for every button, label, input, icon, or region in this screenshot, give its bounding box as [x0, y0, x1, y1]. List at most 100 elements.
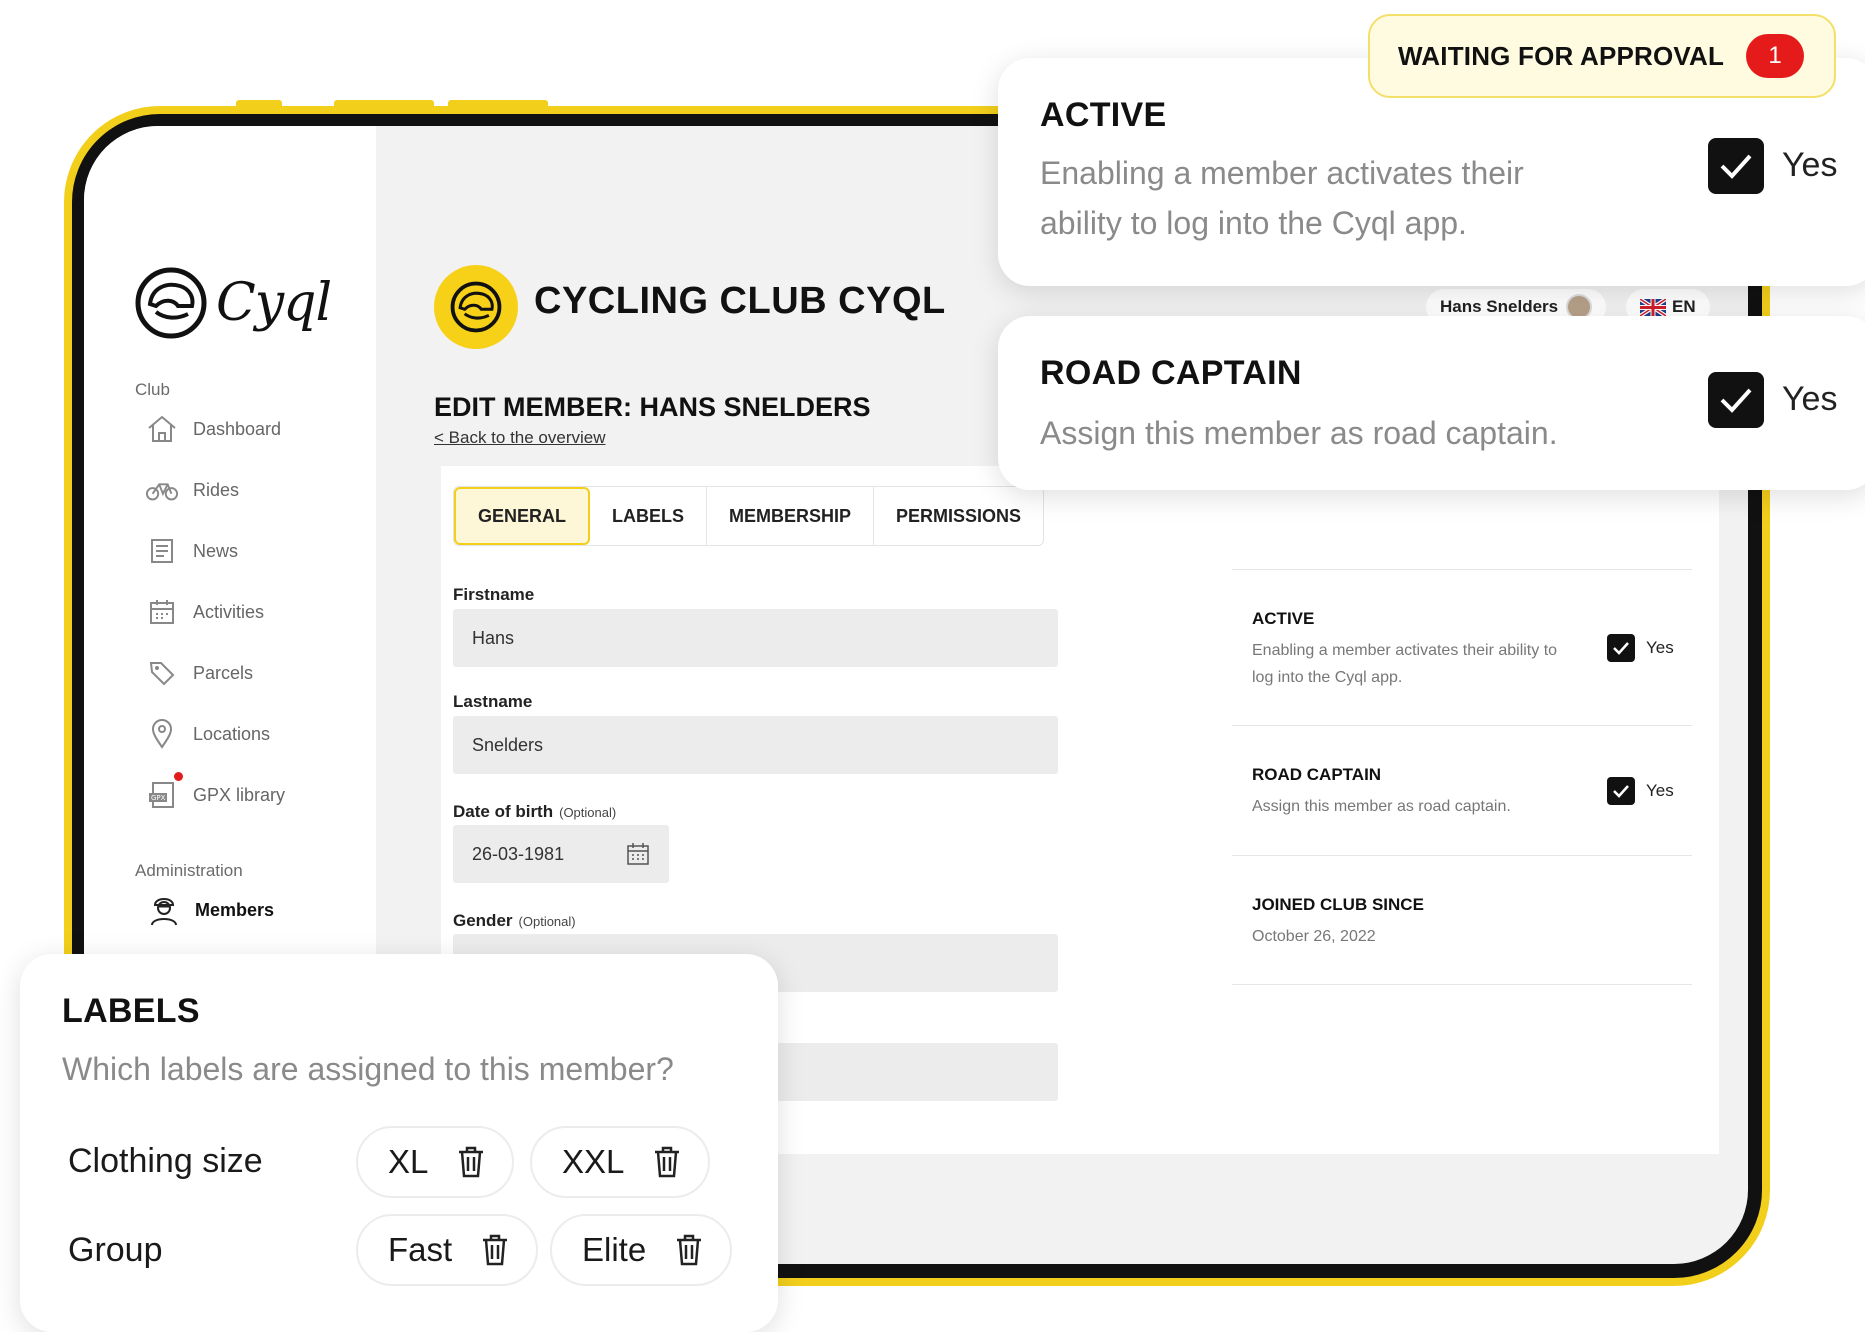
sidebar-item-news[interactable]: News: [145, 534, 238, 568]
sidebar-item-label: GPX library: [193, 784, 286, 805]
label-chip[interactable]: XXL: [530, 1126, 711, 1198]
gpx-file-icon: GPX: [145, 772, 183, 812]
svg-text:GPX: GPX: [151, 794, 166, 802]
joined-date: October 26, 2022: [1252, 928, 1376, 945]
active-overlay-yes-label: Yes: [1782, 146, 1838, 184]
sidebar-item-label: Rides: [193, 479, 240, 500]
calendar-picker-icon[interactable]: [626, 842, 650, 866]
tag-icon: [145, 656, 179, 690]
page-title: EDIT MEMBER: HANS SNELDERS: [434, 392, 871, 422]
notification-dot: [174, 772, 183, 781]
road-captain-description: Assign this member as road captain.: [1252, 798, 1511, 815]
uk-flag-icon: [1640, 298, 1666, 316]
dob-optional: (Optional): [559, 805, 617, 820]
firstname-field[interactable]: Hans: [453, 609, 1058, 667]
road-captain-yes-label: Yes: [1646, 781, 1674, 800]
sidebar-item-dashboard[interactable]: Dashboard: [145, 412, 281, 446]
language-code: EN: [1672, 297, 1696, 316]
calendar-icon: [145, 595, 179, 629]
active-title: ACTIVE: [1252, 609, 1315, 628]
label-group-clothing-size: Clothing size: [68, 1142, 263, 1180]
dob-value: 26-03-1981: [472, 843, 565, 864]
tab-general[interactable]: GENERAL: [454, 487, 591, 545]
firstname-label: Firstname: [453, 585, 534, 605]
app-logo[interactable]: Cyql: [134, 266, 332, 340]
sidebar-item-label: Members: [195, 899, 275, 920]
trash-icon[interactable]: [652, 1145, 682, 1179]
gender-label-text: Gender: [453, 911, 513, 930]
newspaper-icon: [145, 534, 179, 568]
road-captain-title: ROAD CAPTAIN: [1252, 765, 1382, 784]
label-chip[interactable]: Elite: [550, 1214, 733, 1286]
road-captain-overlay-card: ROAD CAPTAIN Assign this member as road …: [998, 316, 1865, 490]
road-captain-overlay-title: ROAD CAPTAIN: [1040, 354, 1302, 392]
active-description: Enabling a member activates their abilit…: [1252, 642, 1558, 686]
back-to-overview-link[interactable]: < Back to the overview: [434, 428, 606, 448]
app-logo-text: Cyql: [216, 273, 332, 333]
gender-label: Gender (Optional): [453, 911, 576, 931]
sidebar-item-gpx-library[interactable]: GPX GPX library: [145, 772, 286, 812]
lastname-field[interactable]: Snelders: [453, 716, 1058, 774]
cyclist-helmet-logo-icon: [135, 267, 207, 339]
road-captain-overlay-description: Assign this member as road captain.: [1040, 415, 1558, 451]
dob-label: Date of birth (Optional): [453, 802, 616, 822]
club-name: CYCLING CLUB CYQL: [534, 280, 946, 322]
location-pin-icon: [145, 717, 179, 751]
tab-labels[interactable]: LABELS: [590, 487, 708, 545]
checkmark-icon: [1720, 388, 1752, 413]
home-icon: [145, 412, 179, 446]
lastname-value: Snelders: [472, 734, 544, 755]
tab-permissions[interactable]: PERMISSIONS: [874, 487, 1043, 545]
lastname-label-text: Lastname: [453, 692, 533, 711]
sidebar-item-label: News: [193, 540, 239, 561]
approval-count-badge: 1: [1746, 34, 1804, 78]
waiting-for-approval-button[interactable]: WAITING FOR APPROVAL 1: [1368, 14, 1836, 98]
sidebar-item-label: Dashboard: [193, 418, 282, 439]
road-captain-overlay-checkbox[interactable]: [1708, 372, 1764, 428]
bike-icon: [145, 473, 179, 507]
sidebar-item-label: Locations: [193, 723, 271, 744]
club-helmet-icon: [450, 281, 502, 333]
trash-icon[interactable]: [480, 1233, 510, 1267]
trash-icon[interactable]: [674, 1233, 704, 1267]
user-name: Hans Snelders: [1440, 297, 1559, 316]
sidebar-item-parcels[interactable]: Parcels: [145, 656, 253, 690]
sidebar-item-members[interactable]: Members: [147, 893, 274, 927]
waiting-for-approval-label: WAITING FOR APPROVAL: [1398, 40, 1725, 71]
road-captain-overlay-yes-label: Yes: [1782, 380, 1838, 418]
labels-overlay-title: LABELS: [62, 992, 200, 1030]
joined-title: JOINED CLUB SINCE: [1252, 895, 1424, 914]
active-overlay-description: Enabling a member activates their abilit…: [1040, 155, 1524, 241]
active-overlay-checkbox[interactable]: [1708, 138, 1764, 194]
sidebar-section-club: Club: [135, 380, 170, 399]
label-chip-text: Elite: [582, 1231, 647, 1268]
cyclist-icon: [147, 893, 181, 927]
checkmark-icon: [1613, 785, 1629, 798]
divider: [1232, 725, 1692, 726]
checkmark-icon: [1720, 154, 1752, 179]
lastname-label: Lastname: [453, 692, 532, 712]
active-checkbox[interactable]: [1607, 634, 1635, 662]
label-chip[interactable]: XL: [356, 1126, 515, 1198]
label-chip[interactable]: Fast: [356, 1214, 539, 1286]
sidebar-item-locations[interactable]: Locations: [145, 717, 270, 751]
club-logo: [434, 265, 518, 349]
checkmark-icon: [1613, 642, 1629, 655]
divider: [1232, 569, 1692, 570]
firstname-label-text: Firstname: [453, 585, 535, 604]
firstname-value: Hans: [472, 627, 515, 648]
label-chip-text: Fast: [388, 1231, 453, 1268]
tab-bar: GENERAL LABELS MEMBERSHIP PERMISSIONS: [453, 486, 1045, 546]
label-group-group: Group: [68, 1231, 163, 1269]
label-chip-text: XL: [388, 1143, 429, 1180]
labels-overlay-question: Which labels are assigned to this member…: [62, 1051, 674, 1087]
road-captain-checkbox[interactable]: [1607, 777, 1635, 805]
dob-field[interactable]: 26-03-1981: [453, 825, 669, 883]
labels-overlay-card: LABELS Which labels are assigned to this…: [20, 954, 778, 1332]
sidebar-section-administration: Administration: [135, 861, 243, 880]
sidebar-item-rides[interactable]: Rides: [145, 473, 239, 507]
trash-icon[interactable]: [456, 1145, 486, 1179]
tab-membership[interactable]: MEMBERSHIP: [707, 487, 875, 545]
sidebar-item-activities[interactable]: Activities: [145, 595, 264, 629]
divider: [1232, 855, 1692, 856]
